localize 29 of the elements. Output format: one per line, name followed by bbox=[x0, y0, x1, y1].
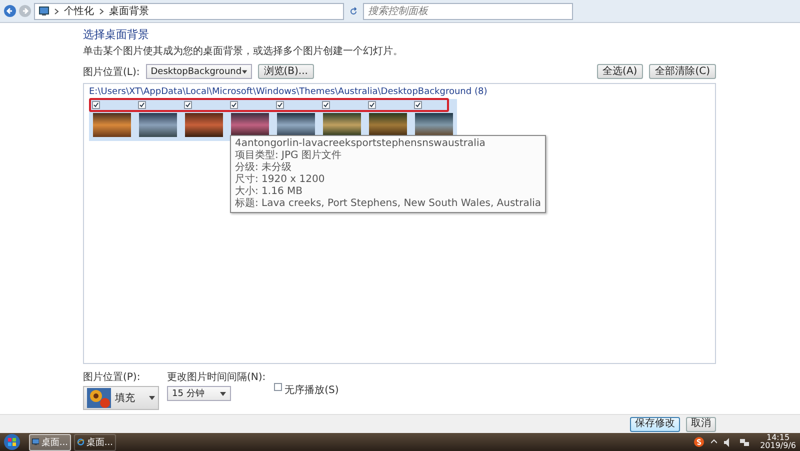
folder-group-header[interactable]: E:\Users\XT\AppData\Local\Microsoft\Windows\Themes\Australia\DesktopBackground (8) bbox=[89, 87, 710, 97]
tooltip-detail: 分级: 未分级 bbox=[235, 162, 293, 174]
save-button[interactable]: 保存修改 bbox=[630, 416, 680, 432]
search-field[interactable]: 搜索控制面板 bbox=[363, 2, 573, 20]
picture-position-dropdown[interactable]: 填充 bbox=[83, 386, 159, 410]
taskbar-button[interactable]: 桌面... bbox=[74, 434, 116, 450]
tooltip-detail: 标题: Lava creeks, Port Stephens, New South Wales, Australia bbox=[235, 198, 542, 210]
breadcrumb-item[interactable]: 个性化 bbox=[64, 4, 94, 18]
cancel-button[interactable]: 取消 bbox=[686, 416, 716, 432]
page-heading: 选择桌面背景 bbox=[83, 27, 150, 42]
picture-position-label: 图片位置(P): bbox=[83, 370, 142, 384]
interval-label: 更改图片时间间隔(N): bbox=[167, 370, 266, 384]
select-all-button[interactable]: 全选(A) bbox=[596, 64, 644, 79]
clear-all-button[interactable]: 全部清除(C) bbox=[649, 64, 716, 79]
shuffle-label[interactable]: 无序播放(S) bbox=[284, 383, 339, 397]
picture-location-dropdown[interactable]: DesktopBackground bbox=[146, 64, 252, 79]
tooltip-detail: 项目类型: JPG 图片文件 bbox=[235, 150, 342, 162]
instruction-text: 单击某个图片使其成为您的桌面背景，或选择多个图片创建一个幻灯片。 bbox=[83, 44, 404, 58]
browse-button[interactable]: 浏览(B)... bbox=[258, 64, 314, 79]
clock-date: 2019/9/6 bbox=[760, 442, 796, 450]
clock-time: 14:15 bbox=[766, 434, 790, 442]
tooltip-title: 4antongorlin-lavacreeksportstephensnswaustralia bbox=[235, 138, 486, 150]
tooltip-detail: 尺寸: 1920 x 1200 bbox=[235, 174, 326, 186]
interval-dropdown[interactable]: 15 分钟 bbox=[167, 386, 231, 401]
tooltip-detail: 大小: 1.16 MB bbox=[235, 186, 304, 198]
address-field[interactable]: 个性化 桌面背景 bbox=[34, 2, 344, 20]
taskbar-button[interactable]: 桌面... bbox=[29, 434, 71, 450]
picture-location-label: 图片位置(L): bbox=[83, 66, 140, 78]
breadcrumb-item[interactable]: 桌面背景 bbox=[109, 4, 149, 18]
